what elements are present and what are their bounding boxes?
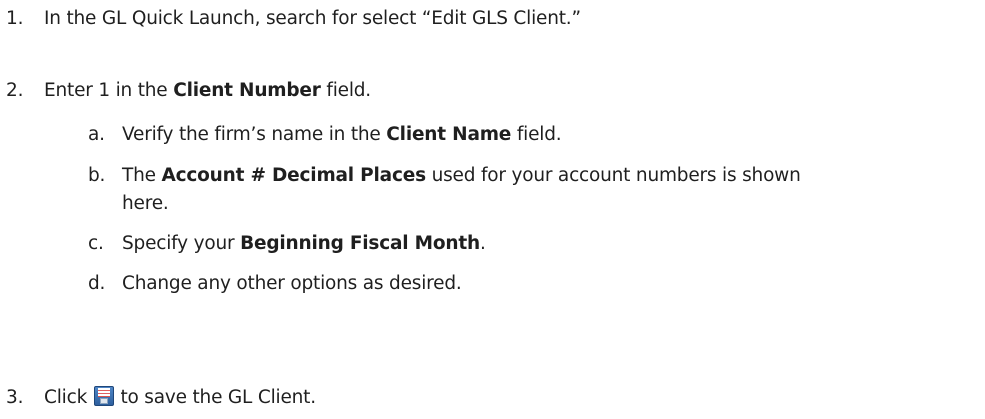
substep-a: a. Verify the firm’s name in the Client N… xyxy=(0,123,562,147)
substep-text: Change any other options as desired. xyxy=(122,273,462,294)
step-text-before: Enter 1 in the xyxy=(44,80,174,101)
field-name-client-number: Client Number xyxy=(173,80,321,101)
substep-text-after: field. xyxy=(511,124,562,145)
step-1: 1. In the GL Quick Launch, search for sel… xyxy=(0,7,581,31)
field-name-client-name: Client Name xyxy=(386,124,512,145)
substep-text-before: The xyxy=(122,165,162,186)
substep-letter: b. xyxy=(88,165,106,186)
substep-text-after: . xyxy=(479,233,486,254)
field-name-account-decimal-places: Account # Decimal Places xyxy=(161,165,427,186)
field-name-beginning-fiscal-month: Beginning Fiscal Month xyxy=(240,233,480,254)
step-text-after: field. xyxy=(320,80,371,101)
substep-c: c. Specify your Beginning Fiscal Month. xyxy=(0,232,486,256)
step-text-after: to save the GL Client. xyxy=(114,387,316,408)
substep-text-after: used for your account numbers is shown xyxy=(425,165,801,186)
substep-b-continuation: here. xyxy=(122,193,169,214)
step-number: 2. xyxy=(6,80,24,101)
save-disk-icon xyxy=(93,386,114,406)
step-3: 3. Click to save the GL Client. xyxy=(0,386,316,410)
step-number: 3. xyxy=(6,387,24,408)
substep-text-before: Verify the firm’s name in the xyxy=(122,124,387,145)
step-number: 1. xyxy=(6,8,24,29)
substep-letter: d. xyxy=(88,273,106,294)
step-text-before: Click xyxy=(44,387,93,408)
step-text: In the GL Quick Launch, search for selec… xyxy=(44,8,581,29)
substep-letter: c. xyxy=(88,233,104,254)
substep-text-before: Specify your xyxy=(122,233,241,254)
substep-d: d. Change any other options as desired. xyxy=(0,272,462,296)
step-2: 2. Enter 1 in the Client Number field. xyxy=(0,79,371,103)
substep-letter: a. xyxy=(88,124,105,145)
substep-b: b. The Account # Decimal Places used for … xyxy=(0,164,801,188)
